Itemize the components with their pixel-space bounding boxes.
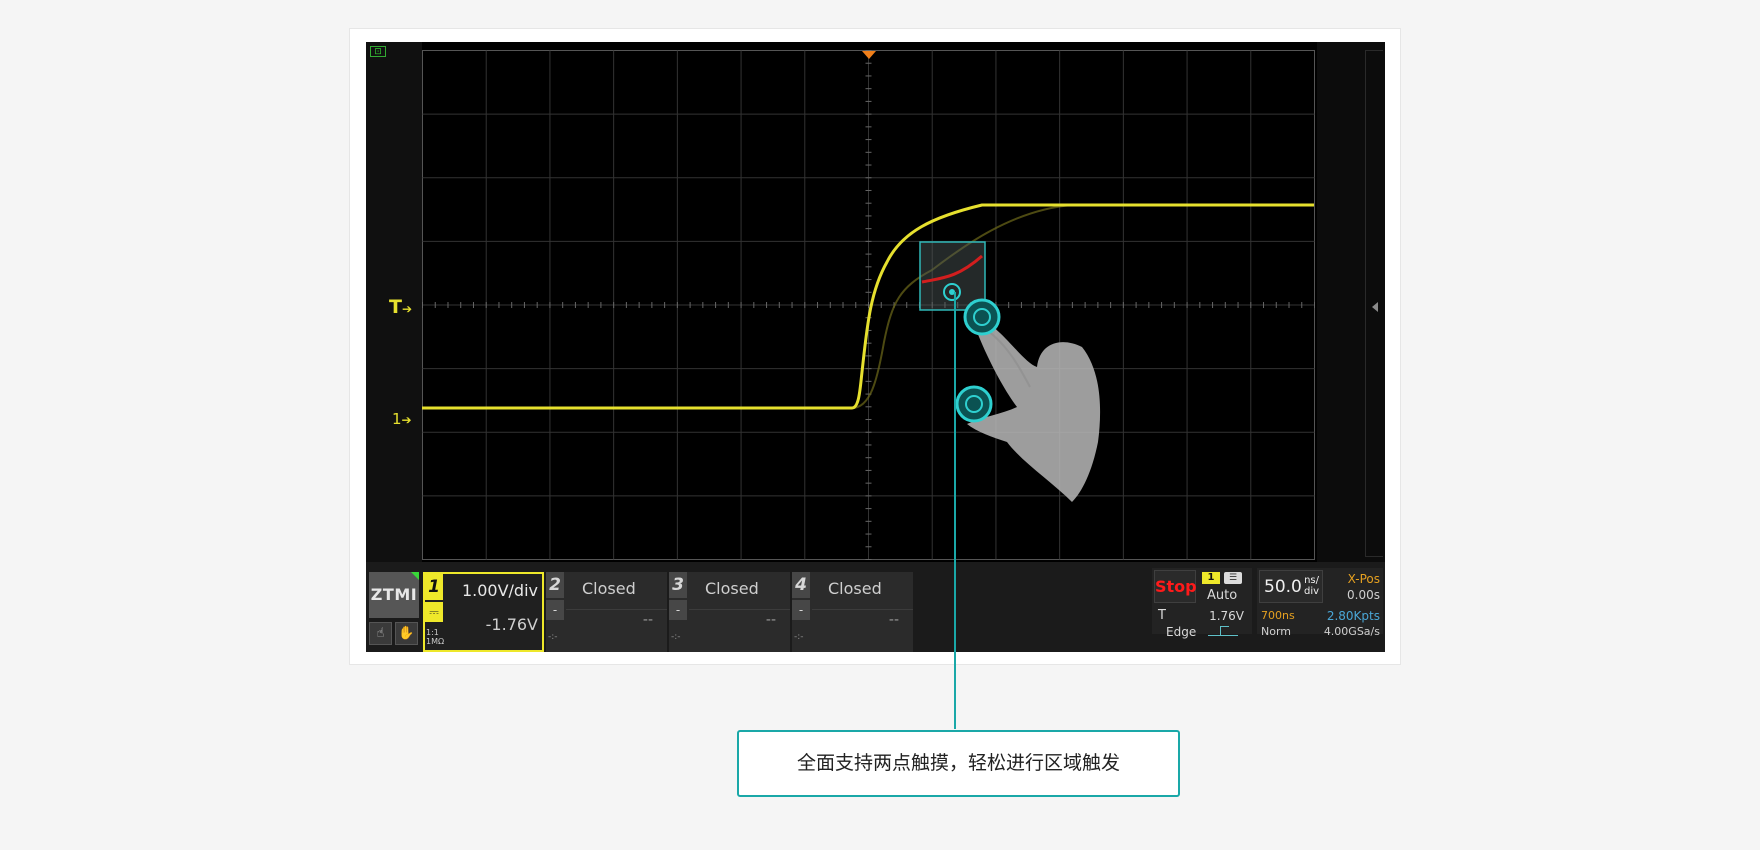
vertical-scale: 1.00V/div — [461, 581, 538, 600]
timebase-value: 50.0 — [1264, 577, 1302, 597]
vertical-offset: -- — [765, 612, 776, 628]
coupling-indicator: - — [669, 600, 687, 620]
timebase-panel[interactable]: 50.0 ns/ div X-Pos 0.00s 700ns 2.80Kpts … — [1257, 568, 1383, 638]
impedance-label: -:- — [671, 632, 681, 642]
trigger-panel[interactable]: Stop 1 ☰ Auto T 1.76V Edge — [1152, 568, 1252, 639]
run-stop-button[interactable]: Stop — [1154, 570, 1197, 603]
impedance-label: -:- — [794, 632, 804, 642]
trigger-level-marker[interactable]: T➔ — [389, 296, 412, 318]
timebase-unit: ns/ div — [1304, 575, 1320, 597]
vertical-offset: -1.76V — [485, 615, 538, 634]
channel-status: Closed — [705, 579, 759, 598]
left-panel: ⊡ T➔ 1➔ — [366, 42, 422, 562]
right-panel — [1317, 42, 1385, 562]
sample-rate: 4.00GSa/s — [1323, 625, 1380, 638]
arrow-right-icon: ➔ — [401, 302, 413, 316]
touch-lock-button[interactable]: ☝ — [369, 622, 392, 645]
divider — [812, 609, 913, 610]
coupling-indicator: - — [792, 600, 810, 620]
collapse-left-icon[interactable] — [1372, 302, 1378, 312]
channel-3-panel[interactable]: 3 - Closed -- -:- — [669, 572, 790, 652]
channel-2-panel[interactable]: 2 - Closed -- -:- — [546, 572, 667, 652]
memory-depth: 2.80Kpts — [1326, 609, 1380, 623]
bottom-status-bar: ZTMI ☝ ✋ 1 ⎓ 1:1 1MΩ 1.00V/div -1.76V 2 … — [366, 562, 1385, 652]
impedance-label: -:- — [548, 632, 558, 642]
xpos-value: 0.00s — [1347, 588, 1380, 602]
touch-ring-lower — [955, 385, 993, 423]
divider — [689, 609, 790, 610]
callout-caption: 全面支持两点触摸，轻松进行区域触发 — [737, 730, 1180, 797]
trigger-menu-icon[interactable]: ☰ — [1224, 572, 1242, 584]
trigger-mode: Auto — [1207, 588, 1238, 603]
trigger-source: 1 — [1202, 572, 1220, 584]
logo-corner-icon — [411, 572, 419, 580]
arrow-right-icon: ➔ — [401, 413, 412, 427]
divider — [566, 609, 667, 610]
rising-edge-icon — [1208, 626, 1238, 636]
impedance-label: 1:1 1MΩ — [426, 628, 445, 646]
callout-connector — [954, 292, 956, 729]
timebase-button[interactable]: 50.0 ns/ div — [1259, 570, 1323, 603]
channel-number: 4 — [792, 572, 810, 598]
channel1-offset-marker[interactable]: 1➔ — [392, 410, 412, 428]
channel-number: 2 — [546, 572, 564, 598]
channel-status: Closed — [582, 579, 636, 598]
channel-4-panel[interactable]: 4 - Closed -- -:- — [792, 572, 913, 652]
channel-1-panel[interactable]: 1 ⎓ 1:1 1MΩ 1.00V/div -1.76V — [423, 572, 544, 652]
channel-number: 3 — [669, 572, 687, 598]
usb-icon: ⊡ — [370, 46, 386, 57]
waveform-display[interactable] — [422, 42, 1317, 562]
delay-value: 700ns — [1261, 609, 1295, 622]
vertical-offset: -- — [642, 612, 653, 628]
trigger-label: T — [1158, 608, 1166, 623]
gesture-button[interactable]: ✋ — [395, 622, 418, 645]
gesture-icon: ✋ — [398, 626, 415, 641]
oscilloscope-screen: ⊡ T➔ 1➔ ZTMI ☝ ✋ 1 ⎓ 1:1 1MΩ 1.00V/div -… — [366, 42, 1385, 652]
trigger-position-icon — [862, 51, 876, 59]
channel-number: 1 — [425, 574, 443, 600]
coupling-indicator: - — [546, 600, 564, 620]
trigger-type: Edge — [1166, 625, 1197, 639]
touch-ring-upper — [963, 298, 1001, 336]
logo-menu-button[interactable]: ZTMI — [369, 572, 419, 618]
touch-icon: ☝ — [376, 626, 385, 641]
dc-coupling-icon: ⎓ — [425, 602, 443, 622]
vertical-offset: -- — [888, 612, 899, 628]
acquire-mode: Norm — [1261, 625, 1292, 638]
xpos-label: X-Pos — [1347, 572, 1380, 586]
channel-status: Closed — [828, 579, 882, 598]
trigger-level: 1.76V — [1209, 609, 1244, 623]
